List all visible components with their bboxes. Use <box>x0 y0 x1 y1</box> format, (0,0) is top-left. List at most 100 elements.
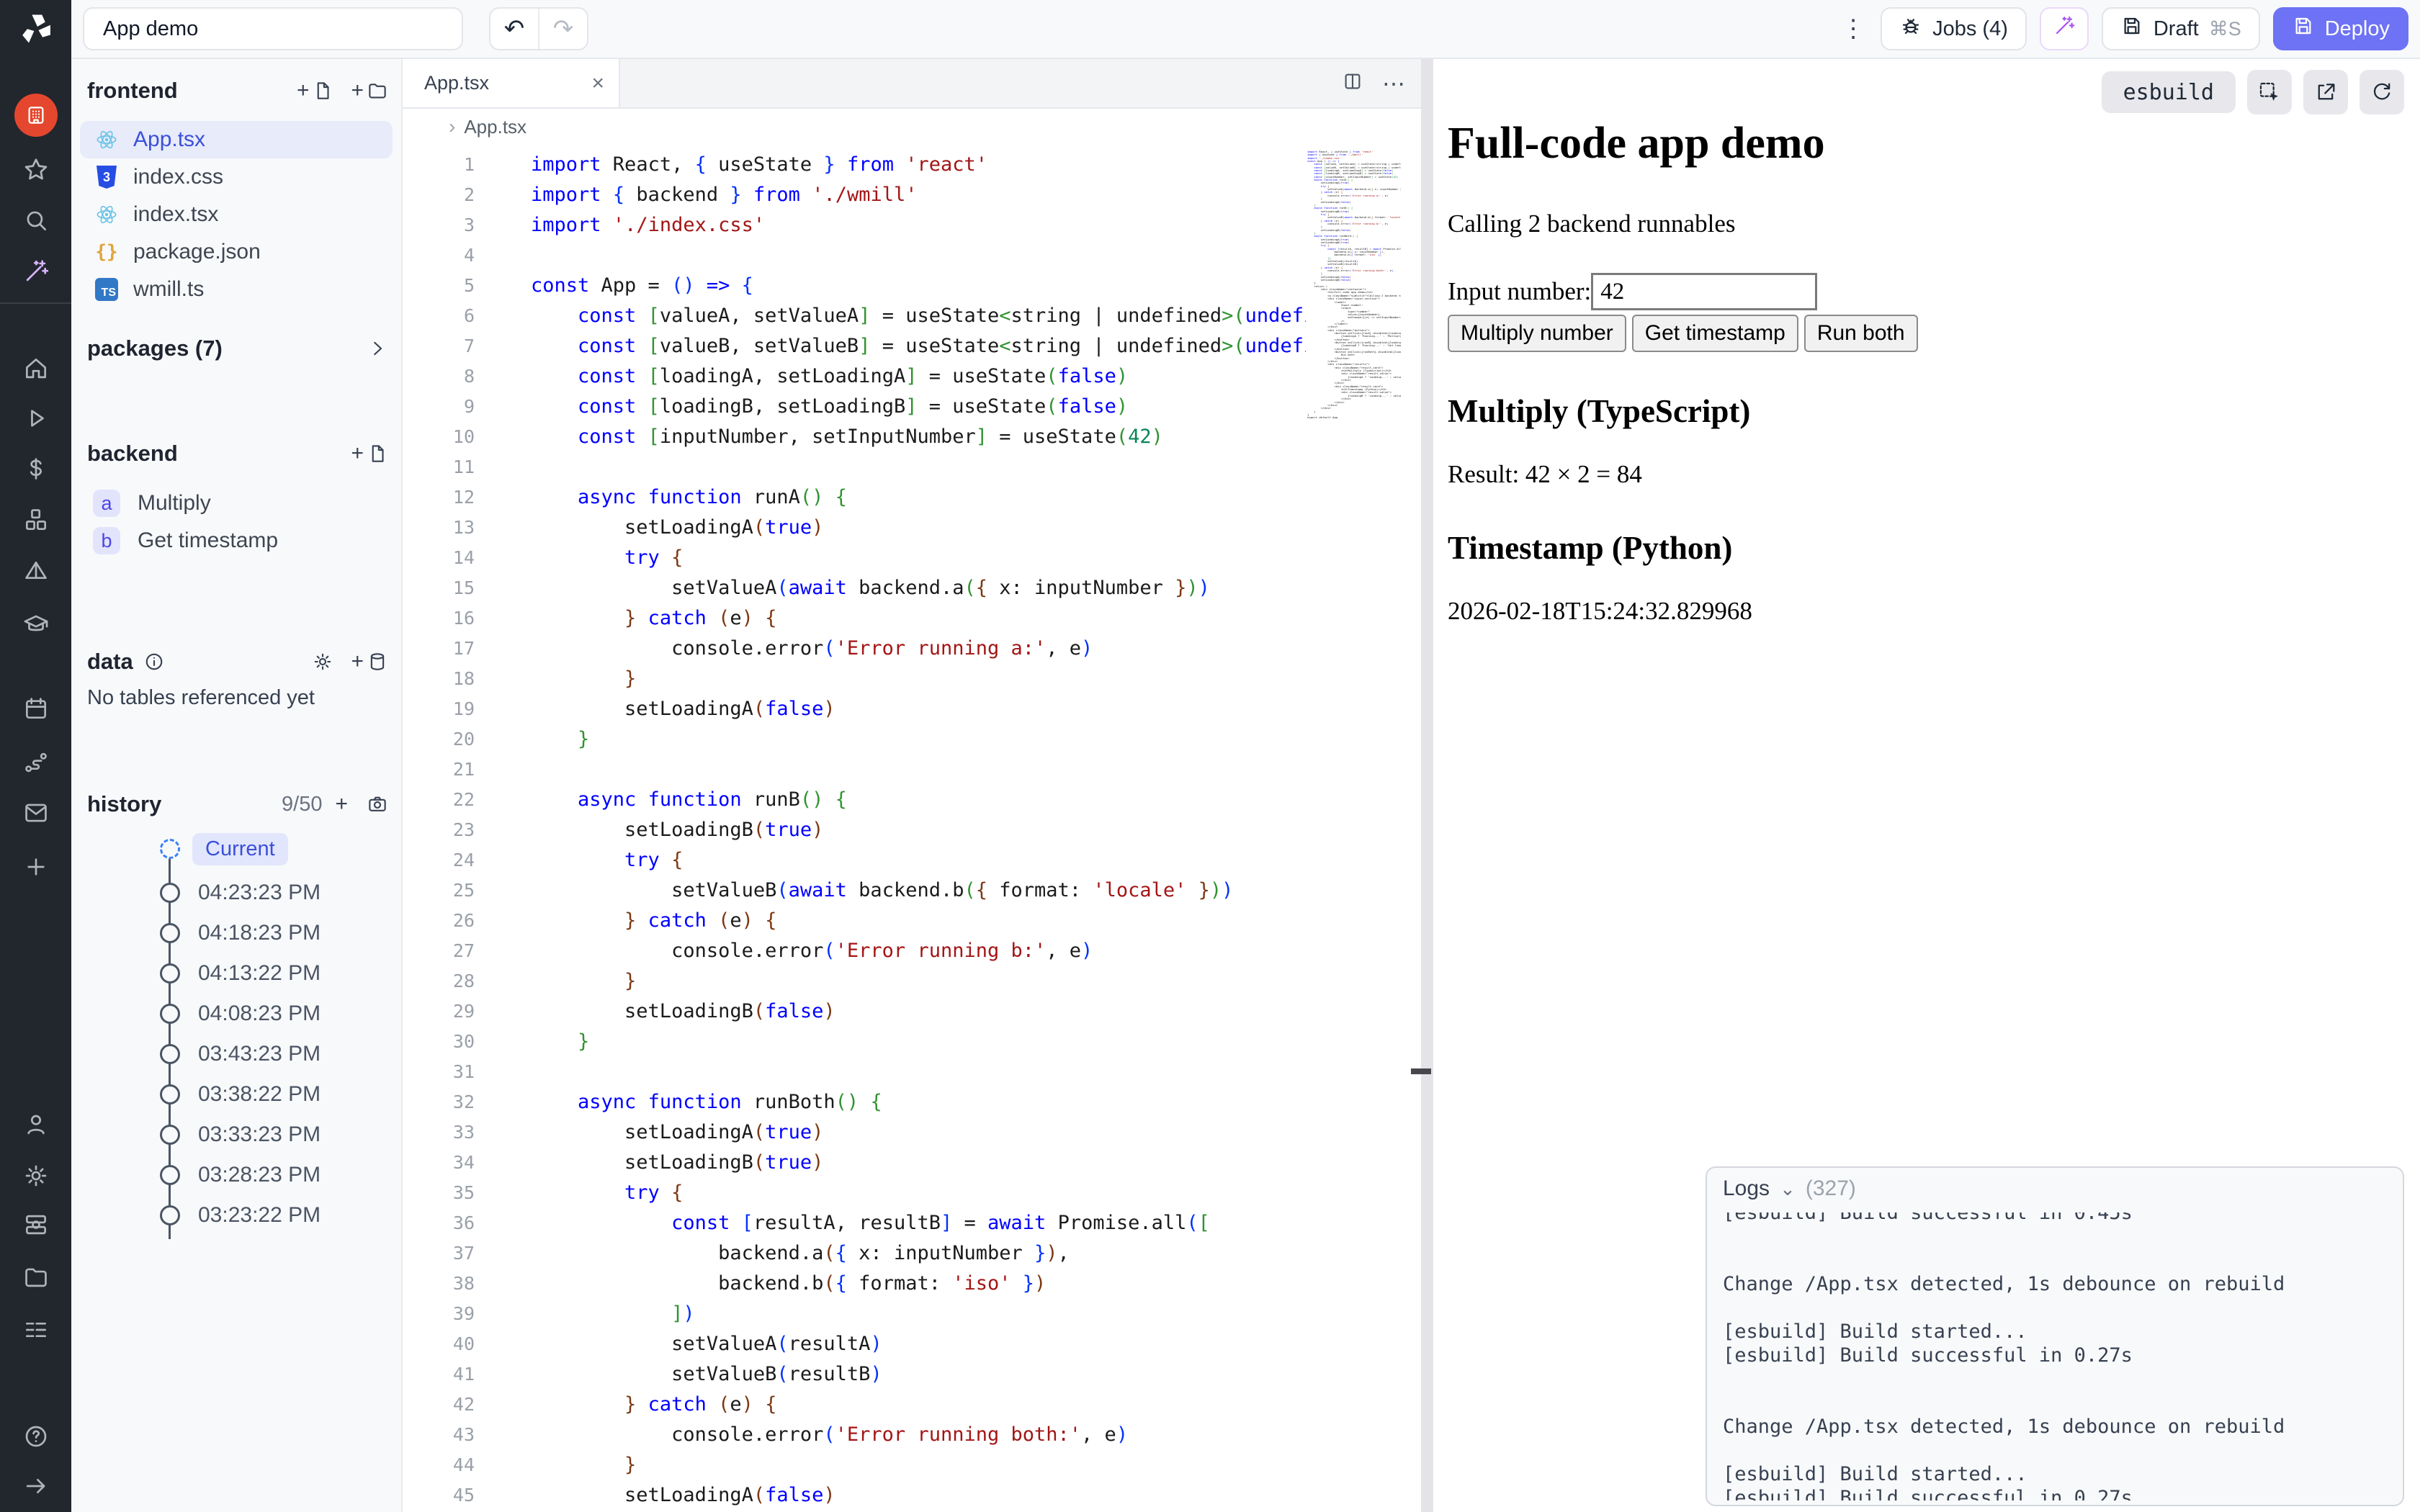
sidebar-play-icon[interactable] <box>20 402 52 434</box>
code-line-22[interactable]: 22 async function runB() { <box>403 784 1306 814</box>
deploy-button[interactable]: Deploy <box>2273 7 2408 50</box>
sidebar-star-icon[interactable] <box>20 154 52 186</box>
code-line-16[interactable]: 16 } catch (e) { <box>403 603 1306 633</box>
code-line-24[interactable]: 24 try { <box>403 845 1306 875</box>
minimap[interactable]: import React, { useState } from 'react'i… <box>1307 150 1401 1512</box>
history-entry-4[interactable]: 03:43:23 PM <box>71 1034 401 1074</box>
code-line-5[interactable]: 5const App = () => { <box>403 270 1306 300</box>
code-line-40[interactable]: 40 setValueA(resultA) <box>403 1328 1306 1359</box>
refresh-button[interactable] <box>2360 70 2404 114</box>
camera-icon[interactable] <box>367 793 388 815</box>
file-index-css[interactable]: 3index.css <box>71 158 401 196</box>
sidebar-help-icon[interactable] <box>20 1421 52 1452</box>
code-line-8[interactable]: 8 const [loadingA, setLoadingA] = useSta… <box>403 361 1306 391</box>
redo-button[interactable]: ↷ <box>538 9 587 49</box>
sidebar-mail-icon[interactable] <box>20 797 52 829</box>
add-table-button[interactable]: + <box>351 649 388 674</box>
code-line-36[interactable]: 36 const [resultA, resultB] = await Prom… <box>403 1207 1306 1238</box>
code-line-44[interactable]: 44 } <box>403 1449 1306 1480</box>
data-settings-button[interactable] <box>312 651 333 672</box>
info-icon[interactable] <box>143 651 165 672</box>
sidebar-plus-icon[interactable] <box>20 851 52 883</box>
code-line-1[interactable]: 1import React, { useState } from 'react' <box>403 149 1306 179</box>
code-line-9[interactable]: 9 const [loadingB, setLoadingB] = useSta… <box>403 391 1306 421</box>
panel-resize-handle[interactable] <box>1411 1068 1431 1074</box>
history-entry-3[interactable]: 04:08:23 PM <box>71 994 401 1034</box>
windmill-logo-icon[interactable] <box>17 10 55 48</box>
history-entry-7[interactable]: 03:28:23 PM <box>71 1155 401 1195</box>
number-input[interactable] <box>1591 273 1817 310</box>
app-name-input[interactable]: App demo <box>83 7 463 50</box>
history-current[interactable]: Current <box>71 825 401 873</box>
logs-scroll[interactable]: [esbuild] Build successful in 0.45s Chan… <box>1723 1212 2391 1500</box>
runnable-a[interactable]: aMultiply <box>71 485 401 522</box>
sidebar-dollar-icon[interactable] <box>20 453 52 485</box>
add-file-button[interactable]: + <box>297 78 334 103</box>
sidebar-gradcap-icon[interactable] <box>20 608 52 640</box>
code-line-33[interactable]: 33 setLoadingA(true) <box>403 1117 1306 1147</box>
code-line-43[interactable]: 43 console.error('Error running both:', … <box>403 1419 1306 1449</box>
sidebar-gear-icon[interactable] <box>20 1160 52 1192</box>
history-entry-5[interactable]: 03:38:22 PM <box>71 1074 401 1115</box>
code-line-29[interactable]: 29 setLoadingB(false) <box>403 996 1306 1026</box>
sidebar-home-icon[interactable] <box>20 353 52 384</box>
sidebar-wand-icon[interactable] <box>20 256 52 287</box>
code-line-35[interactable]: 35 try { <box>403 1177 1306 1207</box>
logs-title[interactable]: Logs <box>1723 1176 1770 1201</box>
code-line-11[interactable]: 11 <box>403 451 1306 482</box>
jobs-button[interactable]: Jobs (4) <box>1881 7 2027 50</box>
add-runnable-button[interactable]: + <box>351 441 388 466</box>
code-line-23[interactable]: 23 setLoadingB(true) <box>403 814 1306 845</box>
history-entry-6[interactable]: 03:33:23 PM <box>71 1115 401 1155</box>
file-wmill-ts[interactable]: TSwmill.ts <box>71 271 401 308</box>
sidebar-person-icon[interactable] <box>20 1109 52 1140</box>
code-line-4[interactable]: 4 <box>403 240 1306 270</box>
sidebar-arrowr-icon[interactable] <box>20 1470 52 1502</box>
code-line-34[interactable]: 34 setLoadingB(true) <box>403 1147 1306 1177</box>
code-line-6[interactable]: 6 const [valueA, setValueA] = useState<s… <box>403 300 1306 330</box>
code-line-25[interactable]: 25 setValueB(await backend.b({ format: '… <box>403 875 1306 905</box>
preview-button-get-timestamp[interactable]: Get timestamp <box>1632 315 1798 352</box>
editor-more-icon[interactable]: ⋯ <box>1382 70 1405 97</box>
packages-section-header[interactable]: packages (7) <box>71 331 401 366</box>
code-area[interactable]: 1import React, { useState } from 'react'… <box>403 145 1421 1512</box>
code-line-45[interactable]: 45 setLoadingA(false) <box>403 1480 1306 1510</box>
add-folder-button[interactable]: + <box>351 78 388 103</box>
code-line-38[interactable]: 38 backend.b({ format: 'iso' }) <box>403 1268 1306 1298</box>
code-line-32[interactable]: 32 async function runBoth() { <box>403 1086 1306 1117</box>
code-line-19[interactable]: 19 setLoadingA(false) <box>403 693 1306 724</box>
code-line-21[interactable]: 21 <box>403 754 1306 784</box>
panel-divider[interactable] <box>1421 59 1433 1512</box>
sidebar-route-icon[interactable] <box>20 747 52 778</box>
sidebar-listdots-icon[interactable] <box>20 1314 52 1346</box>
tab-app-tsx[interactable]: App.tsx × <box>403 59 620 107</box>
breadcrumb[interactable]: › App.tsx <box>403 109 1421 145</box>
code-line-2[interactable]: 2import { backend } from './wmill' <box>403 179 1306 210</box>
code-line-3[interactable]: 3import './index.css' <box>403 210 1306 240</box>
sidebar-folder-icon[interactable] <box>20 1261 52 1293</box>
close-tab-icon[interactable]: × <box>591 71 604 96</box>
code-line-28[interactable]: 28 } <box>403 966 1306 996</box>
code-line-18[interactable]: 18 } <box>403 663 1306 693</box>
draft-button[interactable]: Draft ⌘S <box>2102 7 2260 50</box>
code-line-31[interactable]: 31 <box>403 1056 1306 1086</box>
split-editor-icon[interactable] <box>1342 71 1363 96</box>
code-line-39[interactable]: 39 ]) <box>403 1298 1306 1328</box>
logs-chevron-icon[interactable]: ⌄ <box>1780 1178 1796 1200</box>
undo-button[interactable]: ↶ <box>490 9 538 49</box>
history-entry-1[interactable]: 04:18:23 PM <box>71 913 401 953</box>
preview-button-run-both[interactable]: Run both <box>1804 315 1918 352</box>
code-line-42[interactable]: 42 } catch (e) { <box>403 1389 1306 1419</box>
more-menu-button[interactable]: ⋮ <box>1839 14 1868 43</box>
history-entry-2[interactable]: 04:13:22 PM <box>71 953 401 994</box>
file-package-json[interactable]: {}package.json <box>71 233 401 271</box>
ai-wand-button[interactable] <box>2040 7 2089 50</box>
sidebar-calendar-icon[interactable] <box>20 693 52 724</box>
code-line-41[interactable]: 41 setValueB(resultB) <box>403 1359 1306 1389</box>
open-external-button[interactable] <box>2303 70 2348 114</box>
add-snapshot-button[interactable]: + <box>335 792 349 816</box>
code-line-27[interactable]: 27 console.error('Error running b:', e) <box>403 935 1306 966</box>
code-line-12[interactable]: 12 async function runA() { <box>403 482 1306 512</box>
inspect-element-button[interactable] <box>2247 70 2292 114</box>
sidebar-pyramid-icon[interactable] <box>20 556 52 588</box>
